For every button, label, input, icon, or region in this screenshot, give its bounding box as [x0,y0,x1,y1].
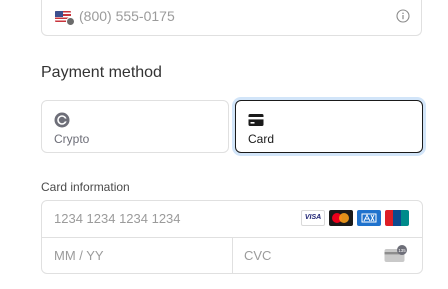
expiry-input[interactable]: MM / YY [54,248,104,263]
card-number-input[interactable]: 1234 1234 1234 1234 [54,211,181,226]
card-icon [248,114,264,126]
card-information-field: 1234 1234 1234 1234 VISA MM / YY CVC 135 [41,200,423,274]
visa-icon: VISA [301,210,325,226]
amex-icon [357,210,381,226]
payment-option-card[interactable]: Card [235,100,423,153]
payment-method-title: Payment method [41,64,162,81]
card-brands: VISA [301,210,409,226]
mastercard-icon [329,210,353,226]
payment-option-crypto[interactable]: Crypto [41,100,229,153]
cvc-input[interactable]: CVC [244,248,271,263]
crypto-icon [54,112,70,128]
unionpay-icon [385,210,409,226]
info-icon[interactable] [396,9,410,23]
phone-input[interactable]: (800) 555-0175 [79,8,175,24]
card-label: Card [248,132,275,146]
cvc-badge-text: 135 [398,248,406,253]
card-information-label: Card information [41,180,130,194]
country-dropdown-icon[interactable] [66,17,75,26]
phone-field[interactable]: (800) 555-0175 [41,0,422,36]
cvc-card-icon: 135 [384,245,407,262]
divider [232,238,233,273]
crypto-label: Crypto [54,132,90,146]
